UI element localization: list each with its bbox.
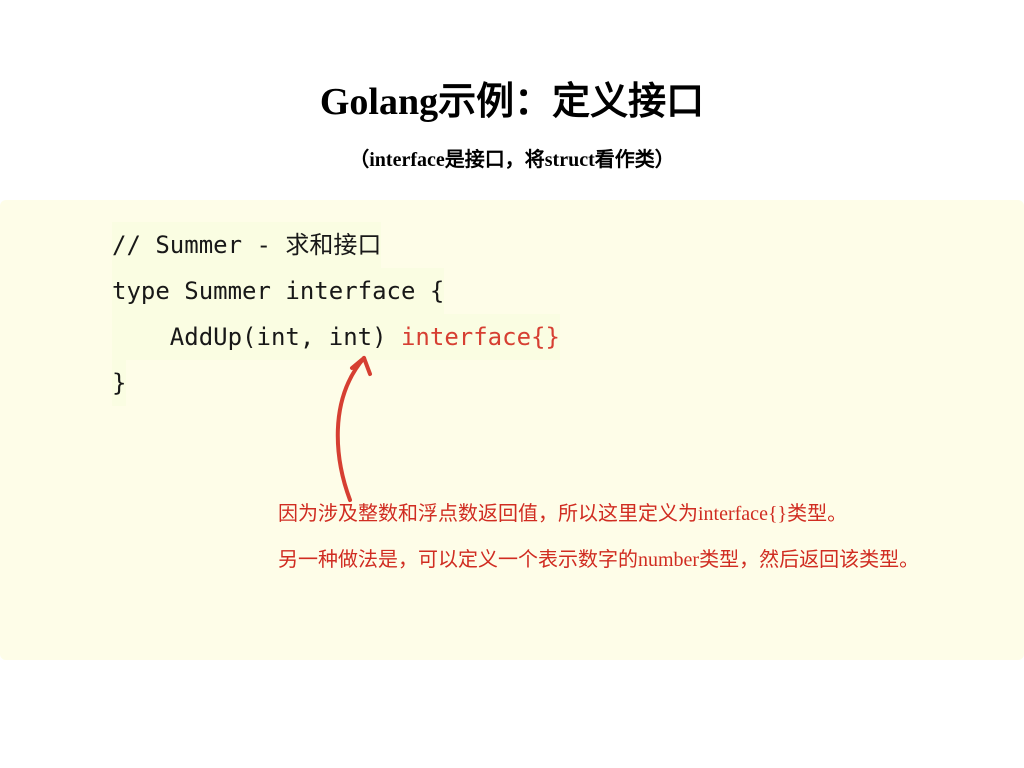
code-block: // Summer - 求和接口 type Summer interface {… <box>112 222 560 406</box>
code-panel: // Summer - 求和接口 type Summer interface {… <box>0 200 1024 660</box>
annotation-paragraph-2: 另一种做法是，可以定义一个表示数字的number类型，然后返回该类型。 <box>278 546 938 574</box>
code-line-3-prefix: AddUp(int, int) <box>112 323 401 351</box>
slide-title: Golang示例：定义接口 <box>0 0 1024 125</box>
code-line-4: } <box>112 360 126 406</box>
slide-subtitle: （interface是接口，将struct看作类） <box>0 143 1024 172</box>
code-line-1: // Summer - 求和接口 <box>112 222 381 268</box>
code-line-2: type Summer interface { <box>112 268 444 314</box>
annotation-text: 因为涉及整数和浮点数返回值，所以这里定义为interface{}类型。 另一种做… <box>278 500 938 574</box>
code-return-type: interface{} <box>401 323 560 351</box>
code-line-3: AddUp(int, int) interface{} <box>112 314 560 360</box>
annotation-paragraph-1: 因为涉及整数和浮点数返回值，所以这里定义为interface{}类型。 <box>278 500 938 528</box>
slide: Golang示例：定义接口 （interface是接口，将struct看作类） … <box>0 0 1024 768</box>
